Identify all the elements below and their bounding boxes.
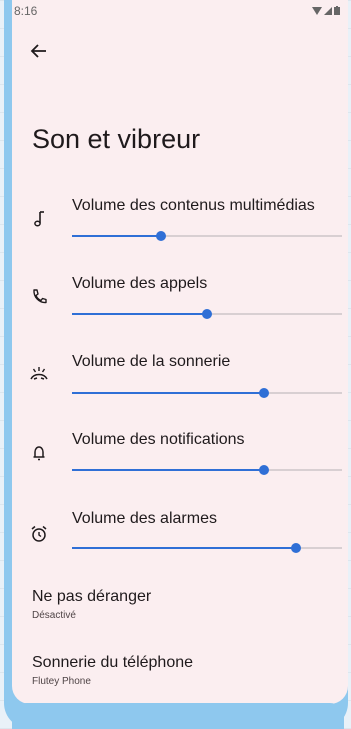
- volume-slider-notifications[interactable]: [72, 465, 342, 475]
- volume-row-media: Volume des contenus multimédias: [12, 197, 348, 267]
- ringtone-title: Sonnerie du téléphone: [32, 654, 194, 671]
- volume-label-media: Volume des contenus multimédias: [72, 197, 315, 214]
- slider-thumb[interactable]: [258, 465, 269, 475]
- ring-icon: [30, 367, 48, 380]
- slider-fill: [72, 313, 207, 315]
- status-bar: 8:16: [12, 0, 348, 26]
- volume-row-alarms: Volume des alarmes: [12, 510, 348, 580]
- volume-row-ring: Volume de la sonnerie: [12, 353, 348, 423]
- do-not-disturb-setting[interactable]: Ne pas déranger Désactivé: [32, 588, 151, 621]
- settings-screen: 8:16 Son et vibreur Volume des contenus …: [12, 0, 348, 704]
- dnd-status: Désactivé: [32, 610, 76, 621]
- volume-label-ring: Volume de la sonnerie: [72, 353, 231, 370]
- status-time: 8:16: [14, 4, 38, 18]
- slider-thumb[interactable]: [258, 388, 269, 398]
- battery-icon: [334, 6, 340, 15]
- slider-thumb[interactable]: [202, 309, 212, 319]
- volume-label-calls: Volume des appels: [72, 275, 208, 292]
- volume-row-calls: Volume des appels: [12, 275, 348, 345]
- slider-fill: [72, 547, 297, 549]
- slider-fill: [72, 235, 162, 237]
- navigation-bar: [12, 703, 344, 729]
- signal-icon: [324, 6, 332, 15]
- back-arrow-icon[interactable]: [28, 40, 50, 62]
- ringtone-setting[interactable]: Sonnerie du téléphone Flutey Phone: [32, 654, 193, 687]
- slider-thumb[interactable]: [156, 231, 167, 241]
- volume-slider-media[interactable]: [72, 231, 342, 241]
- wifi-icon: [312, 6, 322, 15]
- status-icons: [312, 6, 340, 15]
- phone-icon: [33, 289, 47, 304]
- slider-fill: [72, 469, 264, 471]
- phone-frame: 8:16 Son et vibreur Volume des contenus …: [4, 0, 348, 729]
- volume-row-notifications: Volume des notifications: [12, 431, 348, 501]
- volume-label-alarms: Volume des alarmes: [72, 510, 217, 527]
- volume-slider-ring[interactable]: [72, 388, 342, 398]
- volume-label-notifications: Volume des notifications: [72, 431, 245, 448]
- dnd-title: Ne pas déranger: [32, 588, 152, 605]
- volume-slider-alarms[interactable]: [72, 543, 342, 553]
- alarm-clock-icon: [31, 525, 47, 542]
- music-note-icon: [34, 211, 44, 227]
- slider-thumb[interactable]: [291, 543, 302, 553]
- volume-slider-calls[interactable]: [72, 309, 342, 319]
- page-title: Son et vibreur: [32, 124, 201, 154]
- slider-fill: [72, 392, 264, 394]
- ringtone-value: Flutey Phone: [32, 676, 91, 687]
- bell-icon: [33, 446, 45, 461]
